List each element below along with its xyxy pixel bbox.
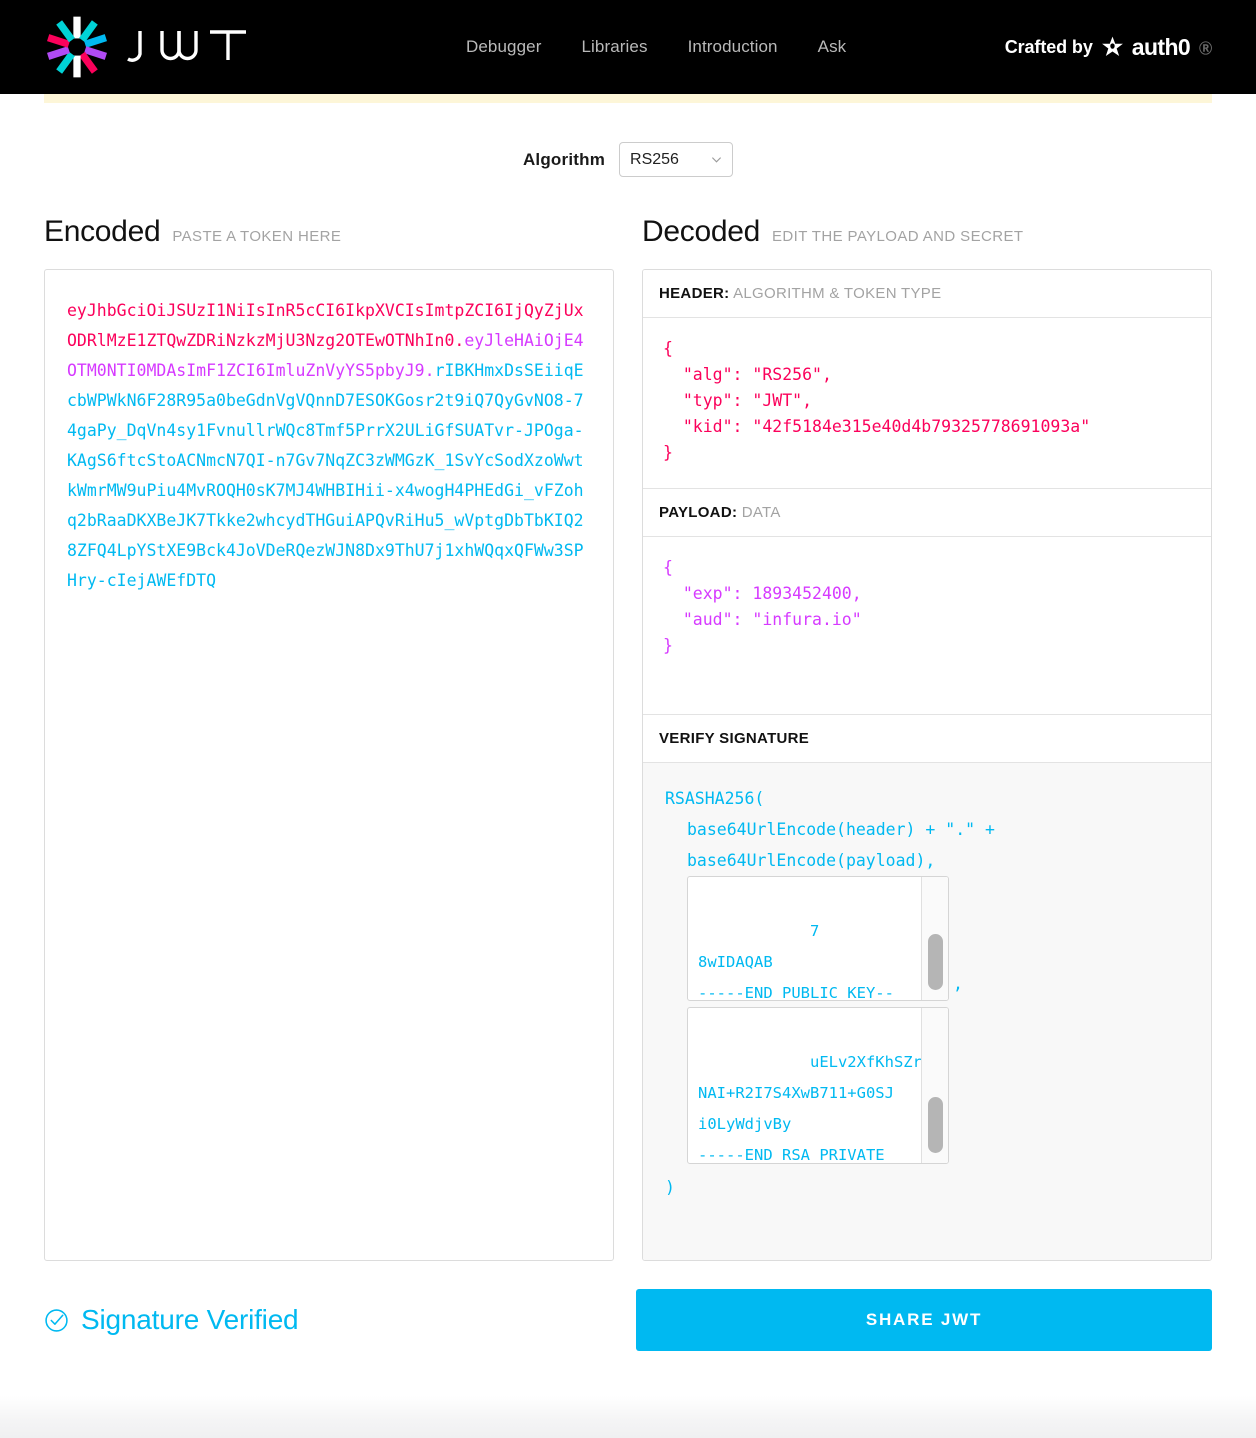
auth0-logo-icon xyxy=(1100,35,1125,60)
payload-panel-label: PAYLOAD: xyxy=(659,504,737,521)
public-key-scrollbar[interactable] xyxy=(921,877,948,1000)
header-panel-label: HEADER: xyxy=(659,285,729,302)
jwt-logo-link[interactable] xyxy=(44,14,254,80)
token-dot-2: . xyxy=(425,361,435,380)
token-signature-segment: rIBKHmxDsSEiiqEcbWPWkN6F28R95a0beGdnVgVQ… xyxy=(67,361,584,590)
private-key-scrollbar[interactable] xyxy=(921,1008,948,1163)
signature-closing-paren: ) xyxy=(665,1172,1189,1203)
algorithm-row: Algorithm RS256 xyxy=(0,142,1256,177)
decoded-heading: Decoded EDIT THE PAYLOAD AND SECRET xyxy=(642,215,1212,249)
page-bottom-gradient xyxy=(0,1396,1256,1438)
decoded-title: Decoded xyxy=(642,215,760,249)
decoded-subtitle: EDIT THE PAYLOAD AND SECRET xyxy=(772,228,1023,245)
header-panel-sublabel: ALGORITHM & TOKEN TYPE xyxy=(733,285,941,302)
public-key-row: 7 8wIDAQAB -----END PUBLIC KEY-- --- , xyxy=(665,876,1189,1001)
payload-panel-title: PAYLOAD: DATA xyxy=(643,489,1211,537)
private-key-input[interactable]: uELv2XfKhSZrhWVSJBqNz NAI+R2I7S4XwB711+G… xyxy=(687,1007,949,1164)
encoded-token-input[interactable]: eyJhbGciOiJSUzI1NiIsInR5cCI6IkpXVCIsImtp… xyxy=(44,269,614,1261)
signature-verifier: RSASHA256( base64UrlEncode(header) + "."… xyxy=(643,763,1211,1261)
signature-status-badge: Signature Verified xyxy=(44,1304,608,1336)
signature-line-1: RSASHA256( xyxy=(665,783,1189,814)
header-json-editor[interactable]: { "alg": "RS256", "typ": "JWT", "kid": "… xyxy=(643,318,1211,489)
encoded-title: Encoded xyxy=(44,215,160,249)
jwt-wordmark xyxy=(124,27,254,67)
main-nav: Debugger Libraries Introduction Ask xyxy=(466,37,846,57)
signature-status-text: Signature Verified xyxy=(81,1304,298,1336)
public-key-scroll-thumb[interactable] xyxy=(928,934,943,990)
nav-item-ask[interactable]: Ask xyxy=(818,37,847,57)
encoded-heading: Encoded PASTE A TOKEN HERE xyxy=(44,215,614,249)
nav-item-libraries[interactable]: Libraries xyxy=(581,37,647,57)
private-key-text: uELv2XfKhSZrhWVSJBqNz NAI+R2I7S4XwB711+G… xyxy=(698,1053,949,1164)
encoded-column: Encoded PASTE A TOKEN HERE eyJhbGciOiJSU… xyxy=(44,215,614,1261)
payload-panel-sublabel: DATA xyxy=(742,504,781,521)
public-key-text: 7 8wIDAQAB -----END PUBLIC KEY-- --- xyxy=(698,922,894,1001)
token-dot-1: . xyxy=(454,331,464,350)
encoded-token-text: eyJhbGciOiJSUzI1NiIsInR5cCI6IkpXVCIsImtp… xyxy=(67,296,591,596)
signature-panel-label: VERIFY SIGNATURE xyxy=(659,730,809,747)
auth0-wordmark: auth0 xyxy=(1132,34,1190,61)
signature-panel-title: VERIFY SIGNATURE xyxy=(643,715,1211,763)
public-key-comma: , xyxy=(953,968,963,1001)
algorithm-label: Algorithm xyxy=(523,150,605,170)
private-key-scroll-thumb[interactable] xyxy=(928,1097,943,1153)
check-circle-icon xyxy=(44,1308,69,1333)
signature-line-3: base64UrlEncode(payload), xyxy=(665,845,1189,876)
footer-row: Signature Verified SHARE JWT xyxy=(0,1289,1256,1351)
crafted-by-auth0[interactable]: Crafted by auth0 Ⓡ xyxy=(1005,34,1212,61)
nav-item-debugger[interactable]: Debugger xyxy=(466,37,541,57)
nav-item-introduction[interactable]: Introduction xyxy=(688,37,778,57)
encoded-subtitle: PASTE A TOKEN HERE xyxy=(172,228,341,245)
algorithm-select[interactable]: RS256 xyxy=(619,142,733,177)
main-columns: Encoded PASTE A TOKEN HERE eyJhbGciOiJSU… xyxy=(0,215,1256,1261)
signature-line-2: base64UrlEncode(header) + "." + xyxy=(665,814,1189,845)
crafted-by-label: Crafted by xyxy=(1005,37,1093,58)
decoded-column: Decoded EDIT THE PAYLOAD AND SECRET HEAD… xyxy=(642,215,1212,1261)
private-key-row: uELv2XfKhSZrhWVSJBqNz NAI+R2I7S4XwB711+G… xyxy=(665,1007,1189,1164)
header-panel-title: HEADER: ALGORITHM & TOKEN TYPE xyxy=(643,270,1211,318)
registered-mark-icon: Ⓡ xyxy=(1199,38,1212,57)
algorithm-selected-value: RS256 xyxy=(630,151,679,169)
chevron-down-icon xyxy=(711,154,722,165)
notice-strip xyxy=(44,94,1212,103)
share-jwt-button[interactable]: SHARE JWT xyxy=(636,1289,1212,1351)
public-key-input[interactable]: 7 8wIDAQAB -----END PUBLIC KEY-- --- xyxy=(687,876,949,1001)
jwt-burst-logo-icon xyxy=(44,14,110,80)
decoded-panels: HEADER: ALGORITHM & TOKEN TYPE { "alg": … xyxy=(642,269,1212,1261)
payload-json-editor[interactable]: { "exp": 1893452400, "aud": "infura.io" … xyxy=(643,537,1211,715)
top-navigation-bar: Debugger Libraries Introduction Ask Craf… xyxy=(0,0,1256,94)
